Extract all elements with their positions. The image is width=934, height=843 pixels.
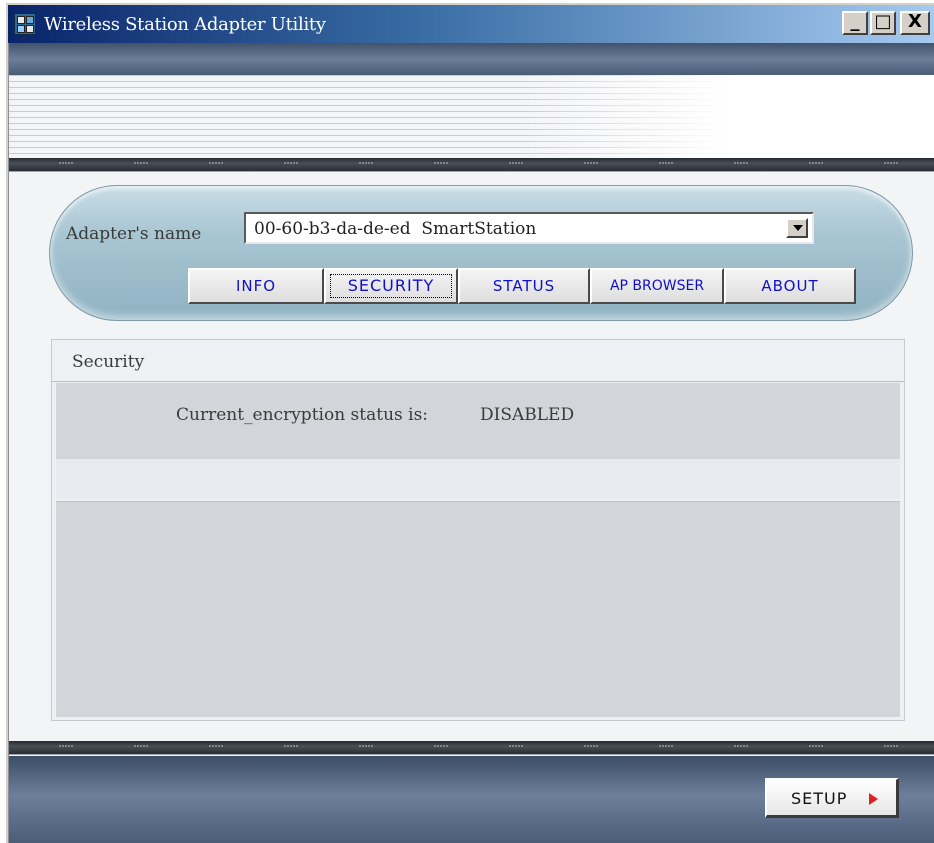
header-band bbox=[9, 43, 934, 75]
security-spacer bbox=[56, 459, 900, 499]
tab-ap-browser[interactable]: AP BROWSER bbox=[590, 268, 724, 304]
footer-bar: SETUP bbox=[9, 756, 934, 843]
tab-info[interactable]: INFO bbox=[188, 268, 324, 304]
adapter-select[interactable]: 00-60-b3-da-de-ed SmartStation bbox=[244, 212, 814, 244]
tab-info-label: INFO bbox=[235, 277, 277, 295]
encryption-status-row: Current_encryption status is: DISABLED bbox=[56, 383, 900, 459]
encryption-status-value: DISABLED bbox=[480, 405, 575, 425]
adapter-name-label: Adapter's name bbox=[66, 224, 202, 244]
setup-button-label: SETUP bbox=[791, 789, 848, 808]
bottom-divider bbox=[9, 741, 934, 755]
close-button[interactable]: X bbox=[900, 11, 930, 35]
window-title: Wireless Station Adapter Utility bbox=[44, 14, 326, 35]
setup-button[interactable]: SETUP bbox=[765, 778, 899, 818]
tab-ap-browser-label: AP BROWSER bbox=[609, 278, 705, 294]
main-content: Adapter's name 00-60-b3-da-de-ed SmartSt… bbox=[8, 43, 934, 843]
tab-about[interactable]: ABOUT bbox=[724, 268, 856, 304]
adapter-panel: Adapter's name 00-60-b3-da-de-ed SmartSt… bbox=[49, 185, 913, 321]
top-divider bbox=[9, 158, 934, 172]
tab-status-label: STATUS bbox=[492, 277, 556, 295]
right-arrow-icon bbox=[869, 793, 878, 805]
tab-about-label: ABOUT bbox=[761, 277, 819, 295]
adapter-select-value: 00-60-b3-da-de-ed SmartStation bbox=[254, 219, 537, 239]
application-window: Wireless Station Adapter Utility _ □ X A… bbox=[6, 3, 934, 843]
app-icon[interactable] bbox=[14, 13, 36, 35]
header-banner bbox=[9, 75, 934, 161]
security-header: Security bbox=[52, 340, 904, 382]
title-bar[interactable]: Wireless Station Adapter Utility _ □ X bbox=[8, 5, 934, 43]
security-panel: Security Current_encryption status is: D… bbox=[51, 339, 905, 721]
dropdown-arrow-icon[interactable] bbox=[786, 218, 808, 238]
maximize-button[interactable]: □ bbox=[870, 11, 896, 35]
tab-bar: INFO SECURITY STATUS AP BROWSER ABOUT bbox=[188, 268, 868, 304]
security-title: Security bbox=[72, 352, 145, 372]
tab-status[interactable]: STATUS bbox=[458, 268, 590, 304]
tab-security[interactable]: SECURITY bbox=[324, 268, 458, 304]
encryption-status-label: Current_encryption status is: bbox=[176, 405, 429, 425]
minimize-button[interactable]: _ bbox=[842, 11, 868, 35]
security-details-area bbox=[56, 501, 900, 717]
